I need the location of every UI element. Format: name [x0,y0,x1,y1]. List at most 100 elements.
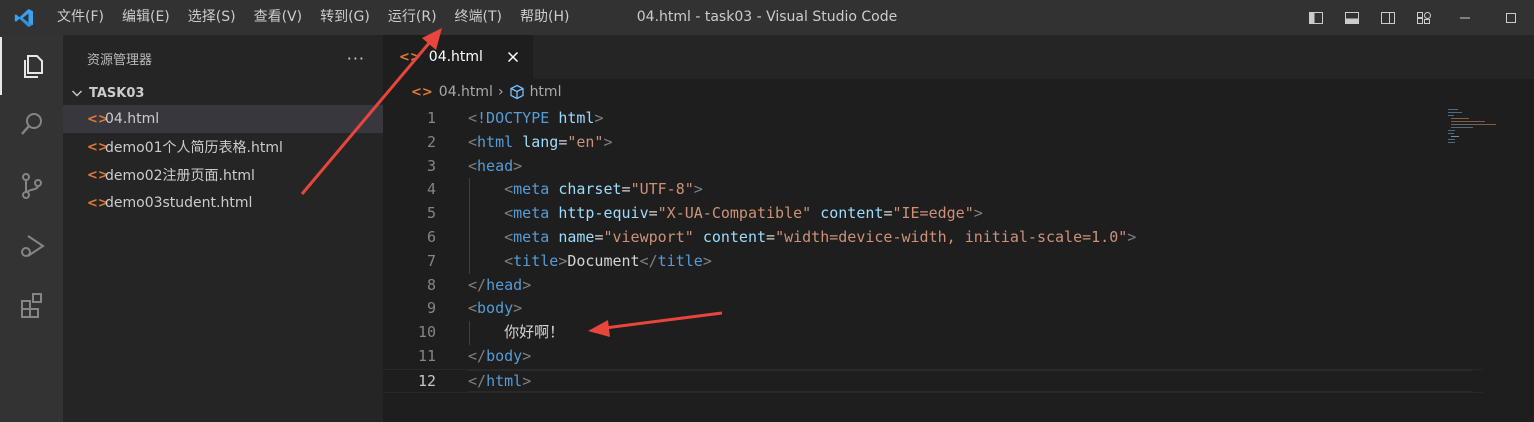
breadcrumb-symbol[interactable]: html [530,84,562,100]
code-line[interactable]: 12 </html> [383,368,1483,394]
code-token: < [468,156,478,175]
code-token: > [702,251,712,270]
menu-selection[interactable]: 选择(S) [179,0,245,35]
menu-edit[interactable]: 编辑(E) [113,0,179,35]
code-token: < [504,227,514,246]
code-line[interactable]: 9 <body> [383,297,1483,321]
code-token: content [820,204,884,223]
code-token: title [513,251,559,270]
explorer-icon[interactable] [0,37,63,95]
folder-task03[interactable]: TASK03 [63,81,383,105]
code-token: > [513,156,523,175]
code-line[interactable]: 8 </head> [383,274,1483,298]
menu-goto[interactable]: 转到(G) [311,0,379,35]
code-token: > [973,204,983,223]
code-token: > [1127,227,1137,246]
code-line[interactable]: 1 <!DOCTYPE html> [383,107,1483,131]
menu-help[interactable]: 帮助(H) [511,0,578,35]
minimize-icon[interactable] [1442,0,1488,35]
code-line[interactable]: 3 <head> [383,155,1483,179]
file-item-04-html[interactable]: <> 04.html [63,105,383,133]
code-line[interactable]: 2 <html lang="en"> [383,131,1483,155]
customize-layout-icon[interactable] [1406,0,1442,35]
code-line[interactable]: 5 <meta http-equiv="X-UA-Compatible" con… [383,202,1483,226]
source-control-icon[interactable] [0,157,63,215]
code-line[interactable]: 4 <meta charset="UTF-8"> [383,178,1483,203]
code-token: head [486,275,523,294]
code-token: "width=device-width, initial-scale=1.0" [775,227,1128,246]
close-icon[interactable] [503,47,523,67]
code-text: </head> [468,274,531,298]
code-token: < [468,299,478,318]
line-number: 6 [426,227,436,246]
toggle-panel-icon[interactable] [1334,0,1370,35]
search-icon[interactable] [0,95,63,153]
code-token: charset [558,180,622,199]
code-line[interactable]: 6 <meta name="viewport" content="width=d… [383,225,1483,250]
file-name: demo02注册页面.html [105,168,255,184]
code-token: !DOCTYPE [477,109,550,127]
code-text: </html> [468,370,531,394]
code-token: > [558,251,568,270]
code-token: < [468,132,478,151]
code-token: html [477,132,514,151]
menu-file[interactable]: 文件(F) [48,0,113,35]
tab-04-html[interactable]: <> 04.html [383,35,533,79]
code-token: "IE=edge" [892,204,974,223]
code-token: </ [468,371,487,390]
code-line[interactable]: 11 </body> [383,345,1483,369]
symbol-element-icon [509,84,524,100]
file-name: demo03student.html [105,195,253,211]
line-number: 5 [426,204,436,223]
line-number: 10 [417,323,436,342]
maximize-icon[interactable] [1488,0,1534,35]
menu-view[interactable]: 查看(V) [245,0,312,35]
menu-terminal[interactable]: 终端(T) [446,0,511,35]
code-token: body [486,346,523,365]
file-item-demo03[interactable]: <> demo03student.html [63,189,383,217]
run-debug-icon[interactable] [0,217,63,275]
folder-name: TASK03 [89,85,145,101]
file-item-demo02[interactable]: <> demo02注册页面.html [63,161,383,189]
tab-label: 04.html [428,49,483,65]
breadcrumb: <> 04.html › html [383,79,1534,105]
code-line[interactable]: 7 <title>Document</title> [383,249,1483,274]
line-number: 1 [426,109,436,127]
code-token: "viewport" [603,227,694,246]
extensions-icon[interactable] [0,276,63,334]
html-file-icon: <> [411,84,433,100]
html-file-icon: <> [87,111,109,127]
file-item-demo01[interactable]: <> demo01个人简历表格.html [63,133,383,161]
code-token: > [522,346,532,365]
line-number: 2 [426,132,436,151]
toggle-primary-sidebar-icon[interactable] [1298,0,1334,35]
breadcrumb-file[interactable]: 04.html [439,84,493,100]
code-token: lang [522,132,559,151]
toggle-secondary-sidebar-icon[interactable] [1370,0,1406,35]
code-token: body [477,299,514,318]
code-token: = [621,180,631,199]
code-line[interactable]: 10 你好啊！ [383,321,1483,345]
line-number: 4 [426,180,436,199]
editor-area: <> 04.html <> 04.html › html 1 <!DOCTYPE … [383,35,1534,422]
more-actions-icon[interactable]: ··· [347,49,365,68]
menu-bar: 文件(F) 编辑(E) 选择(S) 查看(V) 转到(G) 运行(R) 终端(T… [48,0,578,35]
activity-bar [0,35,63,422]
code-token: < [504,204,514,223]
menu-run[interactable]: 运行(R) [379,0,446,35]
code-token: http-equiv [558,204,649,223]
code-token: html [558,109,595,127]
chevron-right-icon: › [497,84,504,100]
line-number: 8 [426,275,436,294]
line-number: 7 [426,251,436,270]
minimap[interactable] [1448,107,1496,147]
code-editor[interactable]: 1 <!DOCTYPE html> 2 <html lang="en"> 3 <head>… [383,107,1483,393]
explorer-sidebar: 资源管理器 ··· TASK03 <> 04.html <> demo01个人简… [63,35,383,422]
code-text: <body> [468,297,522,321]
